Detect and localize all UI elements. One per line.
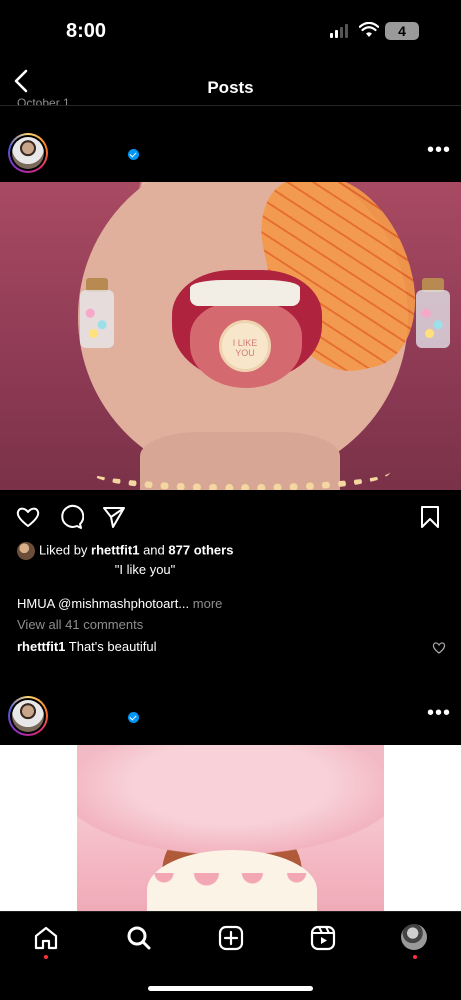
status-bar: 8:00 4: [0, 0, 461, 62]
likes-summary[interactable]: Liked by rhettfit1 and 877 others: [17, 542, 233, 562]
profile-notification-dot: [413, 955, 417, 959]
liked-by-and: and: [143, 542, 165, 558]
avatar[interactable]: [8, 696, 48, 736]
wifi-icon: [359, 22, 379, 37]
post-image[interactable]: [0, 745, 461, 911]
search-icon[interactable]: [125, 924, 153, 952]
post-image[interactable]: I LIKE YOU: [0, 182, 461, 490]
liked-by-others[interactable]: 877 others: [168, 542, 233, 557]
post-header: •••: [0, 696, 461, 740]
status-time: 8:00: [66, 20, 107, 42]
comment-heart-icon[interactable]: [432, 641, 446, 654]
more-options-icon[interactable]: •••: [427, 703, 450, 724]
post-header: •••: [0, 133, 461, 177]
battery-indicator: 4: [385, 22, 419, 40]
cellular-signal-icon: [330, 24, 350, 38]
liker-avatar: [17, 542, 35, 560]
earring-left: [80, 290, 114, 348]
view-all-comments-link[interactable]: View all 41 comments: [17, 617, 143, 632]
create-plus-icon[interactable]: [217, 924, 245, 952]
liked-by-prefix: Liked by: [39, 542, 88, 558]
home-indicator: [148, 986, 313, 991]
verified-badge-icon: [128, 149, 139, 160]
post-actions: [0, 500, 461, 534]
avatar[interactable]: [8, 133, 48, 173]
caption: HMUA @mishmashphotoart... more: [17, 596, 222, 611]
comment-icon[interactable]: [58, 504, 84, 530]
comment-preview: rhettfit1 That's beautiful: [17, 639, 157, 654]
page-title: Posts: [207, 78, 254, 97]
more-options-icon[interactable]: •••: [427, 140, 450, 161]
home-notification-dot: [44, 955, 48, 959]
candy-heart: I LIKE YOU: [219, 320, 271, 372]
reels-icon[interactable]: [309, 924, 337, 952]
liked-by-user[interactable]: rhettfit1: [91, 542, 139, 557]
header-divider: [0, 105, 461, 106]
caption-more-link[interactable]: more: [193, 596, 223, 611]
home-icon[interactable]: [32, 924, 60, 952]
comment-username[interactable]: rhettfit1: [17, 639, 65, 654]
earring-right: [416, 290, 450, 348]
comment-text: That's beautiful: [68, 639, 157, 654]
caption-text: HMUA @mishmashphotoart...: [17, 596, 190, 611]
bookmark-icon[interactable]: [417, 504, 443, 530]
send-icon[interactable]: [101, 504, 127, 530]
heart-outline-icon[interactable]: [15, 504, 41, 530]
caption-quote: "I like you": [114, 562, 176, 577]
verified-badge-icon: [128, 712, 139, 723]
profile-avatar[interactable]: [401, 924, 429, 952]
